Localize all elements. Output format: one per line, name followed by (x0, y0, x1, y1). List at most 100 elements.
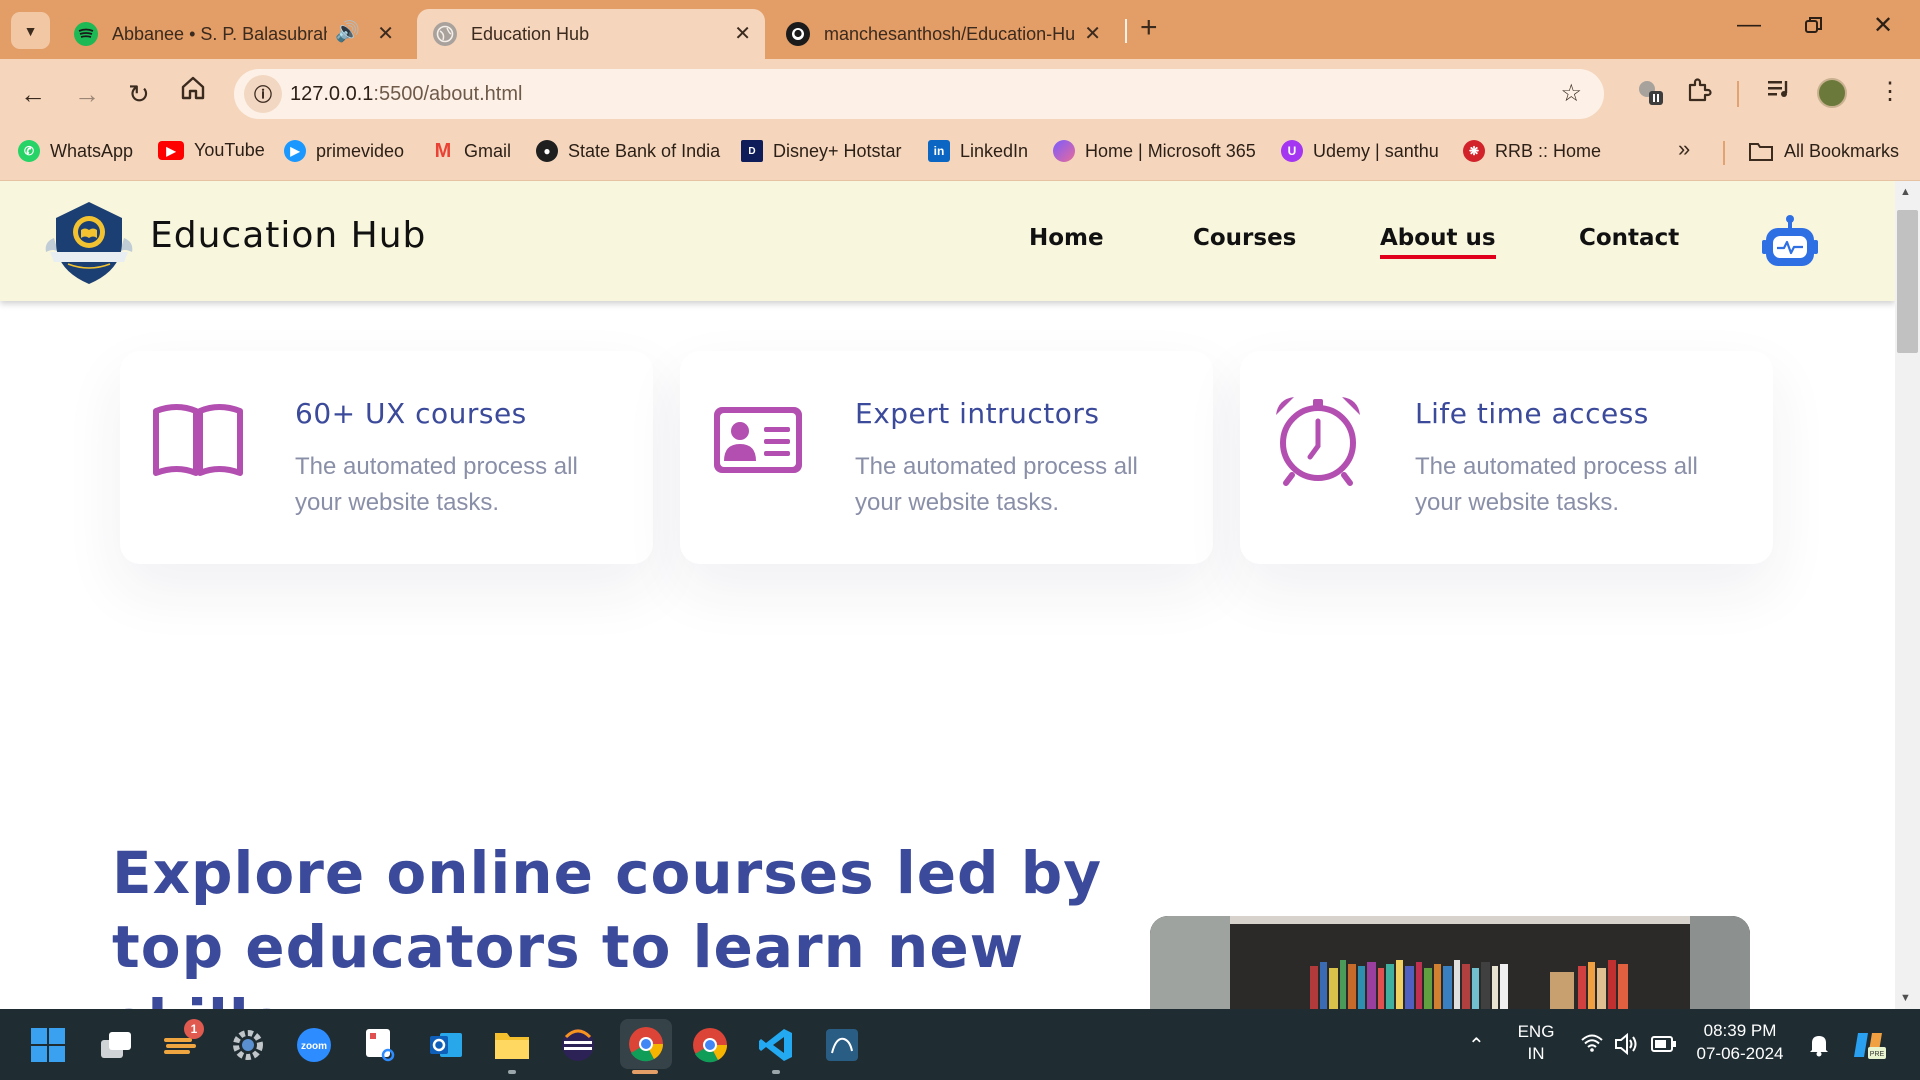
extension-paused-icon[interactable] (1635, 77, 1665, 114)
taskbar-outlook[interactable] (426, 1025, 466, 1065)
primevideo-icon: ▶ (284, 140, 306, 162)
volume-icon[interactable] (1614, 1032, 1640, 1061)
clock[interactable]: 08:39 PM 07-06-2024 (1690, 1021, 1790, 1064)
education-hub-logo[interactable] (40, 198, 138, 286)
bookmark-rrb[interactable]: ❋ RRB :: Home (1463, 140, 1601, 162)
close-icon[interactable]: ✕ (1084, 21, 1101, 46)
bookmark-gmail[interactable]: M Gmail (432, 140, 511, 162)
eclipse-icon (562, 1029, 594, 1061)
home-button[interactable] (180, 75, 206, 108)
tab-github[interactable]: manchesanthosh/Education-Hu ✕ (770, 9, 1115, 59)
minimize-button[interactable]: — (1737, 11, 1761, 39)
nav-contact[interactable]: Contact (1579, 225, 1679, 251)
extensions-puzzle-icon[interactable] (1686, 77, 1712, 110)
rrb-icon: ❋ (1463, 140, 1485, 162)
all-bookmarks-button[interactable]: All Bookmarks (1748, 140, 1899, 162)
bookmarks-bar: ✆ WhatsApp ▶ YouTube ▶ primevideo M Gmai… (0, 128, 1920, 181)
bookmark-primevideo[interactable]: ▶ primevideo (284, 140, 404, 162)
feature-description: The automated process all your website t… (855, 453, 1138, 516)
taskbar-settings[interactable] (228, 1025, 268, 1065)
bookmark-whatsapp[interactable]: ✆ WhatsApp (18, 140, 133, 162)
bookmark-label: primevideo (316, 140, 405, 161)
profile-avatar[interactable] (1817, 78, 1847, 108)
bookmark-hotstar[interactable]: D Disney+ Hotstar (741, 140, 902, 162)
scroll-down-arrow-icon[interactable]: ▼ (1900, 992, 1911, 1004)
notifications-bell-icon[interactable] (1808, 1033, 1830, 1063)
taskbar-snipping-tool[interactable] (360, 1025, 400, 1065)
bookmark-udemy[interactable]: U Udemy | santhu (1281, 140, 1439, 162)
nav-about[interactable]: About us (1380, 225, 1496, 259)
reload-icon: ↻ (128, 79, 150, 109)
language-line2: IN (1527, 1044, 1545, 1063)
minimize-icon: — (1737, 11, 1761, 38)
bookmark-label: Disney+ Hotstar (773, 140, 902, 161)
taskbar-file-explorer[interactable] (492, 1025, 532, 1065)
snipping-tool-icon (366, 1029, 395, 1062)
scroll-up-arrow-icon[interactable]: ▲ (1900, 186, 1911, 198)
youtube-icon: ▶ (158, 141, 184, 160)
bookmark-label: Home | Microsoft 365 (1085, 140, 1256, 161)
bookmarks-overflow-icon[interactable]: » (1678, 136, 1690, 162)
taskbar-eclipse[interactable] (558, 1025, 598, 1065)
site-info-icon[interactable]: ⓘ (244, 75, 282, 113)
app-running-indicator (508, 1070, 516, 1074)
back-button[interactable]: ← (20, 79, 46, 110)
bookmark-sbi[interactable]: ● State Bank of India (536, 140, 720, 162)
globe-icon: ● (536, 140, 558, 162)
mysql-workbench-icon (826, 1029, 858, 1061)
start-button[interactable] (28, 1025, 68, 1065)
microsoft365-icon (1053, 140, 1075, 162)
taskbar-chrome[interactable] (690, 1025, 730, 1065)
url-host: 127.0.0.1 (290, 83, 374, 105)
reload-button[interactable]: ↻ (128, 79, 150, 110)
github-icon (786, 22, 810, 46)
chatbot-icon[interactable] (1761, 214, 1819, 270)
bookmark-label: RRB :: Home (1495, 140, 1602, 161)
tab-search-button[interactable]: ▼ (11, 12, 50, 49)
speaker-icon[interactable]: 🔊 (335, 19, 360, 44)
vscode-icon (759, 1029, 792, 1061)
media-controls-icon[interactable] (1766, 77, 1794, 108)
udemy-icon: U (1281, 140, 1303, 162)
bookmark-star-icon[interactable]: ☆ (1560, 79, 1582, 108)
browser-menu-icon[interactable]: ⋮ (1878, 77, 1902, 106)
taskbar-mysql-workbench[interactable] (822, 1025, 862, 1065)
tab-education-hub[interactable]: Education Hub ✕ (417, 9, 765, 59)
wifi-icon[interactable] (1580, 1033, 1604, 1059)
task-view-button[interactable] (96, 1025, 136, 1065)
bookmark-microsoft365[interactable]: Home | Microsoft 365 (1053, 140, 1256, 162)
chevron-up-icon[interactable]: ⌃ (1468, 1033, 1485, 1058)
arrow-left-icon: ← (20, 79, 46, 109)
svg-text:zoom: zoom (301, 1041, 327, 1052)
copilot-icon[interactable]: PRE (1852, 1029, 1888, 1067)
notification-badge: 1 (184, 1019, 204, 1039)
site-brand[interactable]: Education Hub (150, 215, 426, 256)
feature-card: Life time access The automated process a… (1240, 351, 1773, 564)
language-indicator[interactable]: ENG IN (1512, 1022, 1560, 1064)
address-bar[interactable]: ⓘ 127.0.0.1:5500/about.html ☆ (234, 69, 1604, 119)
feature-card: 60+ UX courses The automated process all… (120, 351, 653, 564)
taskbar-chrome-profile[interactable] (620, 1019, 672, 1069)
bookmark-youtube[interactable]: ▶ YouTube (158, 140, 265, 161)
site-header: Education Hub Home Courses About us Cont… (0, 181, 1895, 301)
nav-courses[interactable]: Courses (1193, 225, 1296, 251)
taskbar-vscode[interactable] (756, 1025, 796, 1065)
new-tab-button[interactable]: + (1140, 11, 1158, 45)
close-icon: ✕ (1873, 12, 1894, 39)
close-icon[interactable]: ✕ (734, 21, 751, 46)
taskbar-widgets[interactable]: 1 (162, 1019, 204, 1065)
battery-icon[interactable] (1651, 1033, 1677, 1059)
address-url[interactable]: 127.0.0.1:5500/about.html (290, 83, 522, 106)
bookmark-label: Udemy | santhu (1313, 140, 1439, 161)
restore-button[interactable] (1804, 14, 1824, 42)
forward-button[interactable]: → (74, 79, 100, 110)
whatsapp-icon: ✆ (18, 140, 40, 162)
tab-spotify[interactable]: Abbanee • S. P. Balasubrahm 🔊 ✕ (58, 9, 408, 59)
close-icon[interactable]: ✕ (377, 21, 394, 46)
taskbar-zoom[interactable]: zoom (294, 1025, 334, 1065)
close-window-button[interactable]: ✕ (1873, 11, 1893, 40)
scrollbar-thumb[interactable] (1897, 210, 1918, 353)
bookmark-linkedin[interactable]: in LinkedIn (928, 140, 1028, 162)
nav-home[interactable]: Home (1029, 225, 1104, 251)
clock-date: 07-06-2024 (1696, 1044, 1784, 1063)
